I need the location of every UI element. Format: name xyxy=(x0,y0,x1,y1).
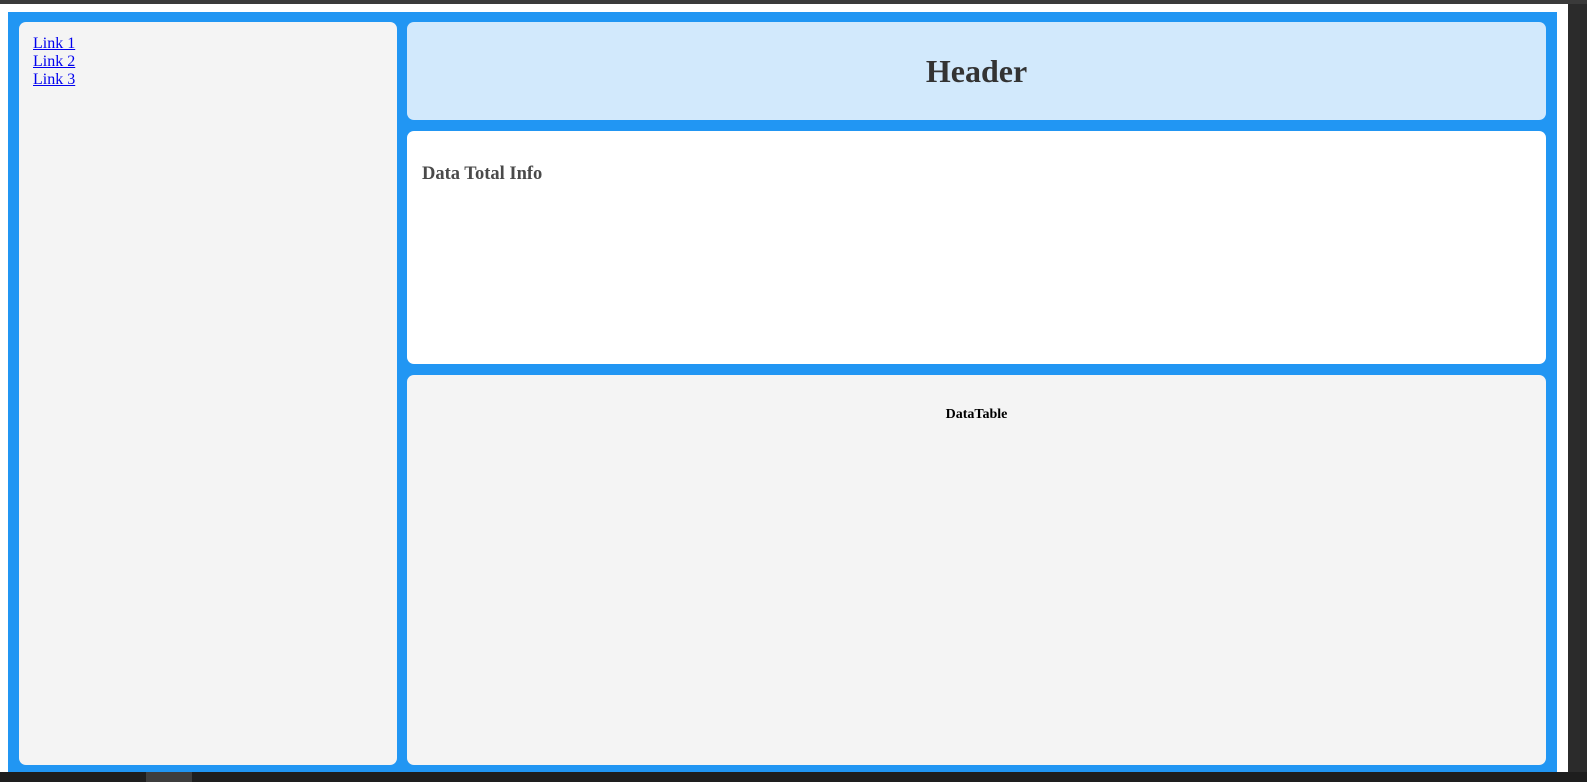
taskbar-item[interactable] xyxy=(146,772,192,782)
data-table-caption: DataTable xyxy=(945,407,1008,422)
layout-frame: Link 1 Link 2 Link 3 Header Data Total I… xyxy=(8,12,1557,772)
data-total-info-panel: Data Total Info xyxy=(407,131,1546,364)
taskbar-strip xyxy=(0,772,1587,782)
window-right-edge xyxy=(1568,4,1587,782)
sidebar: Link 1 Link 2 Link 3 xyxy=(19,22,397,765)
page: Link 1 Link 2 Link 3 Header Data Total I… xyxy=(0,4,1568,772)
data-total-info-title: Data Total Info xyxy=(422,164,543,184)
data-table-panel: DataTable xyxy=(407,375,1546,765)
page-title: Header xyxy=(925,52,1028,89)
sidebar-link-1[interactable]: Link 1 xyxy=(33,35,383,53)
sidebar-link-2[interactable]: Link 2 xyxy=(33,53,383,71)
header-panel: Header xyxy=(407,22,1546,120)
sidebar-link-3[interactable]: Link 3 xyxy=(33,71,383,89)
